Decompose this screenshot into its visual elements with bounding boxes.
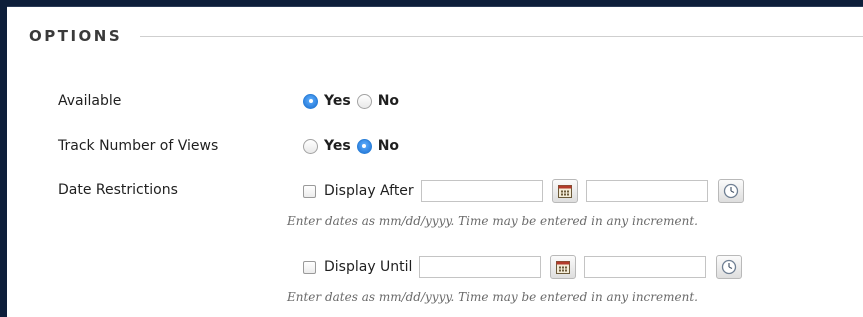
display-until-date-picker-button[interactable] xyxy=(550,255,577,279)
clock-icon xyxy=(722,259,737,275)
clock-icon xyxy=(723,183,738,199)
calendar-icon xyxy=(556,261,571,274)
track-views-yes-label[interactable]: Yes xyxy=(324,138,351,154)
track-views-yes-radio[interactable] xyxy=(303,138,318,154)
display-until-time-picker-button[interactable] xyxy=(716,255,743,279)
available-yes-label[interactable]: Yes xyxy=(324,93,351,109)
display-until-time-input[interactable] xyxy=(584,256,707,278)
display-after-hint: Enter dates as mm/dd/yyyy. Time may be e… xyxy=(287,214,698,228)
available-label: Available xyxy=(58,93,122,109)
display-until-label[interactable]: Display Until xyxy=(324,259,412,275)
display-until-hint: Enter dates as mm/dd/yyyy. Time may be e… xyxy=(287,290,698,304)
display-after-date-picker-button[interactable] xyxy=(551,179,578,203)
track-views-no-radio[interactable] xyxy=(356,138,372,154)
display-after-row: Display After xyxy=(303,179,744,203)
display-until-checkbox[interactable] xyxy=(303,260,316,274)
section-header: OPTIONS xyxy=(29,27,863,45)
track-views-radio-group: Yes No xyxy=(303,138,405,154)
options-panel: OPTIONS Available Yes No Track Number of… xyxy=(7,6,863,317)
available-radio-group: Yes No xyxy=(303,93,405,109)
date-restrictions-label: Date Restrictions xyxy=(58,182,178,198)
calendar-icon xyxy=(557,185,572,198)
section-title: OPTIONS xyxy=(29,27,123,45)
display-after-date-input[interactable] xyxy=(420,180,543,202)
available-no-label[interactable]: No xyxy=(378,93,399,109)
display-until-date-input[interactable] xyxy=(419,256,542,278)
display-after-checkbox[interactable] xyxy=(303,184,316,198)
display-until-row: Display Until xyxy=(303,255,743,279)
track-views-label: Track Number of Views xyxy=(58,138,219,154)
display-after-label[interactable]: Display After xyxy=(324,183,414,199)
display-after-time-input[interactable] xyxy=(585,180,708,202)
available-no-radio[interactable] xyxy=(356,93,372,109)
section-divider xyxy=(140,35,863,37)
available-yes-radio[interactable] xyxy=(303,93,318,109)
track-views-no-label[interactable]: No xyxy=(378,138,399,154)
display-after-time-picker-button[interactable] xyxy=(717,179,744,203)
